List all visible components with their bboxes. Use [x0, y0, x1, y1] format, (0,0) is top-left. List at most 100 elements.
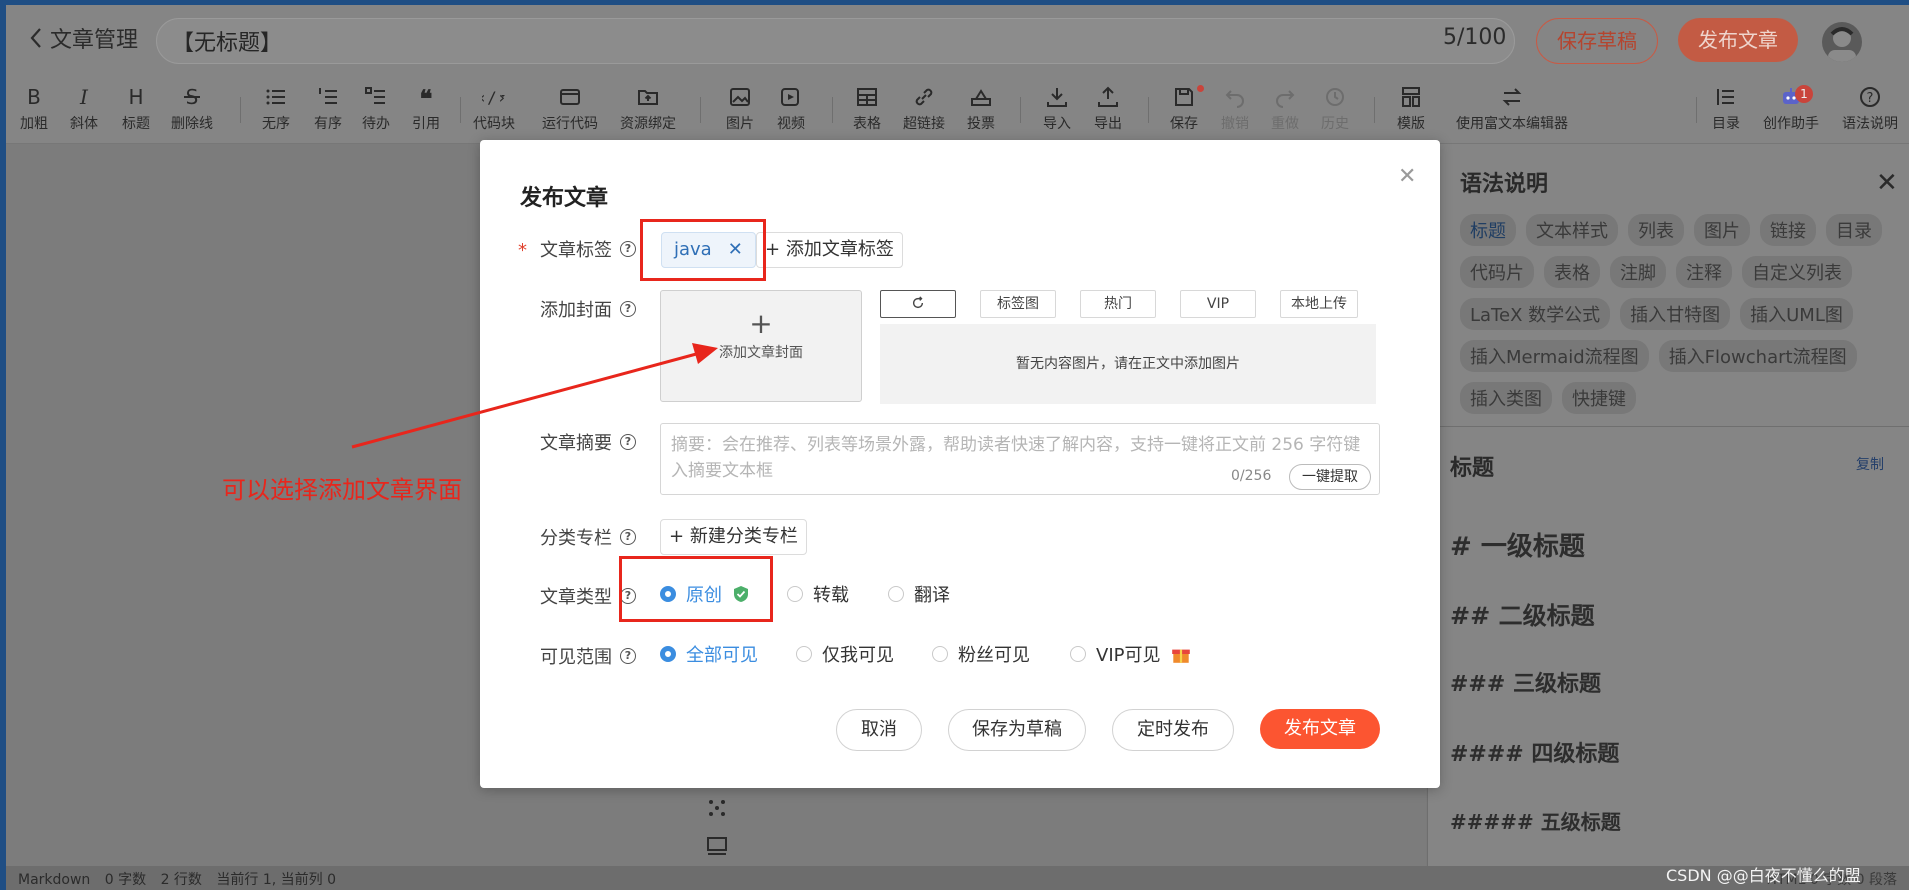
toolbar-help-button[interactable]: ? 语法说明 [1842, 83, 1898, 133]
syntax-chip[interactable]: 插入Mermaid流程图 [1460, 340, 1649, 372]
toolbar-separator [1148, 97, 1149, 123]
cover-upload-box[interactable]: + 添加文章封面 [660, 290, 862, 402]
toolbar-vote-button[interactable]: 投票 [953, 83, 1009, 133]
toolbar-italic-button[interactable]: I 斜体 [56, 83, 112, 133]
help-icon[interactable]: ? [620, 301, 636, 317]
syntax-chip[interactable]: 标题 [1460, 214, 1516, 246]
refresh-covers-button[interactable] [880, 290, 956, 318]
publish-dialog: 发布文章 ✕ * 文章标签 ? java ✕ + 添加文章标签 添加封面 ? +… [480, 140, 1440, 788]
monitor-icon[interactable] [705, 834, 729, 858]
cover-tab-tag-image[interactable]: 标签图 [980, 290, 1056, 318]
toolbar-resource-bind-button[interactable]: 资源绑定 [620, 83, 676, 133]
syntax-chip[interactable]: 列表 [1628, 214, 1684, 246]
toolbar-save-button[interactable]: 保存 [1156, 83, 1212, 133]
close-icon[interactable]: ✕ [1876, 168, 1898, 198]
back-button[interactable]: 文章管理 [28, 22, 138, 54]
back-label: 文章管理 [50, 28, 139, 53]
toolbar-run-code-button[interactable]: 运行代码 [542, 83, 598, 133]
syntax-chip[interactable]: 注脚 [1610, 256, 1666, 288]
toolbar-todo-list-button[interactable]: 待办 [348, 83, 404, 133]
toolbar-redo-button[interactable]: 重做 [1257, 83, 1313, 133]
toolbar-template-button[interactable]: 模版 [1383, 83, 1439, 133]
syntax-chip[interactable]: 表格 [1544, 256, 1600, 288]
save-draft-button[interactable]: 保存草稿 [1536, 18, 1658, 64]
toolbar-code-block-button[interactable]: ‹/› 代码块 [466, 83, 522, 133]
new-category-button[interactable]: + 新建分类专栏 [660, 519, 807, 555]
visibility-radio-all[interactable]: 全部可见 [660, 641, 758, 667]
category-label-row: 分类专栏 ? [540, 524, 636, 550]
toolbar-quote-button[interactable]: ❝ 引用 [398, 83, 454, 133]
close-icon[interactable]: ✕ [1398, 164, 1416, 189]
syntax-chip[interactable]: LaTeX 数学公式 [1460, 298, 1611, 330]
divider [1428, 426, 1909, 427]
schedule-publish-button[interactable]: 定时发布 [1112, 709, 1234, 751]
publish-button[interactable]: 发布文章 [1678, 18, 1798, 62]
toolbar-link-button[interactable]: 超链接 [896, 83, 952, 133]
type-radio-translate[interactable]: 翻译 [888, 581, 950, 607]
toolbar-history-button[interactable]: 历史 [1307, 83, 1363, 133]
extract-summary-button[interactable]: 一键提取 [1289, 464, 1371, 490]
status-chars: 0 字数 [104, 872, 147, 888]
toolbar-table-button[interactable]: 表格 [839, 83, 895, 133]
syntax-panel-title: 语法说明 [1460, 172, 1549, 197]
toolbar-switch-editor-button[interactable]: 使用富文本编辑器 [1447, 83, 1577, 133]
syntax-chip[interactable]: 自定义列表 [1742, 256, 1852, 288]
toolbar-video-button[interactable]: 视频 [763, 83, 819, 133]
visibility-radio-self[interactable]: 仅我可见 [796, 641, 894, 667]
cancel-button[interactable]: 取消 [836, 709, 922, 751]
radio-dot [660, 646, 676, 662]
help-icon[interactable]: ? [620, 529, 636, 545]
cover-tab-popular[interactable]: 热门 [1080, 290, 1156, 318]
save-as-draft-button[interactable]: 保存为草稿 [948, 709, 1086, 751]
copy-link[interactable]: 复制 [1856, 454, 1884, 474]
toolbar-undo-button[interactable]: 撤销 [1207, 83, 1263, 133]
syntax-chip[interactable]: 快捷键 [1562, 382, 1636, 414]
help-icon[interactable]: ? [620, 434, 636, 450]
toolbar-separator [460, 97, 461, 123]
cover-tab-vip[interactable]: VIP [1180, 290, 1256, 318]
publish-article-button[interactable]: 发布文章 [1260, 709, 1380, 749]
syntax-chip[interactable]: 插入类图 [1460, 382, 1552, 414]
toolbar-toc-button[interactable]: 目录 [1698, 83, 1754, 133]
toolbar-heading-button[interactable]: H 标题 [108, 83, 164, 133]
toolbar-label: 表格 [853, 116, 881, 132]
syntax-chip[interactable]: 图片 [1694, 214, 1750, 246]
syntax-chip[interactable]: 代码片 [1460, 256, 1534, 288]
toolbar-strikethrough-button[interactable]: S 删除线 [164, 83, 220, 133]
help-icon: ? [1842, 83, 1898, 111]
help-icon[interactable]: ? [620, 241, 636, 257]
syntax-chip[interactable]: 插入Flowchart流程图 [1658, 340, 1857, 372]
visibility-radio-fans[interactable]: 粉丝可见 [932, 641, 1030, 667]
title-input[interactable] [156, 18, 1515, 64]
toolbar-assistant-button[interactable]: 1 创作助手 [1763, 83, 1819, 133]
toolbar-separator [832, 97, 833, 123]
history-icon [1307, 83, 1363, 111]
toolbar-label: 代码块 [473, 116, 515, 132]
syntax-chip[interactable]: 插入UML图 [1740, 298, 1853, 330]
syntax-chip[interactable]: 文本样式 [1526, 214, 1618, 246]
avatar[interactable] [1822, 22, 1862, 62]
toolbar-export-button[interactable]: 导出 [1080, 83, 1136, 133]
syntax-chip[interactable]: 插入甘特图 [1620, 298, 1731, 330]
toolbar-separator [700, 97, 701, 123]
syntax-chip[interactable]: 目录 [1826, 214, 1882, 246]
summary-textarea[interactable]: 摘要：会在推荐、列表等场景外露，帮助读者快速了解内容，支持一键将正文前 256 … [660, 423, 1380, 495]
syntax-chip[interactable]: 注释 [1676, 256, 1732, 288]
cover-tab-local-upload[interactable]: 本地上传 [1280, 290, 1358, 318]
add-tag-button[interactable]: + 添加文章标签 [756, 232, 903, 268]
syntax-chip[interactable]: 链接 [1760, 214, 1816, 246]
todo-list-icon [348, 83, 404, 111]
help-icon[interactable]: ? [620, 648, 636, 664]
cover-upload-label: 添加文章封面 [719, 345, 803, 361]
type-radio-repost[interactable]: 转载 [787, 581, 849, 607]
toolbar-label: 模版 [1397, 116, 1425, 132]
toolbar-unordered-list-button[interactable]: 无序 [248, 83, 304, 133]
toolbar-import-button[interactable]: 导入 [1029, 83, 1085, 133]
toolbar-label: 图片 [726, 116, 754, 132]
visibility-radio-vip[interactable]: VIP可见 [1070, 641, 1192, 667]
toolbar-image-button[interactable]: 图片 [712, 83, 768, 133]
toolbar-bold-button[interactable]: B 加粗 [6, 83, 62, 133]
drag-handle-icon[interactable] [705, 796, 729, 820]
unordered-list-icon [248, 83, 304, 111]
code-block-icon: ‹/› [466, 83, 522, 111]
